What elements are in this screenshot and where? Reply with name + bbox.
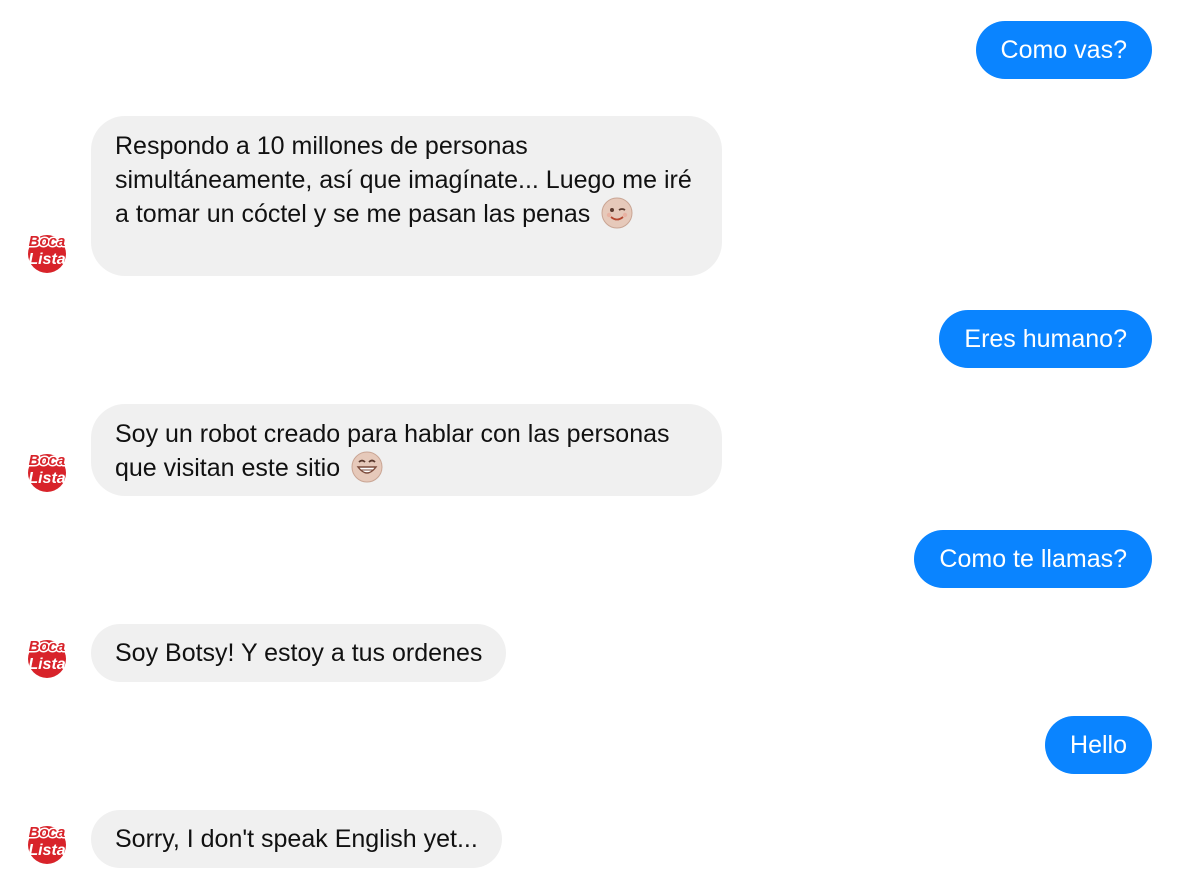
svg-text:Boca: Boca [29, 638, 66, 655]
svg-text:Lista: Lista [28, 470, 65, 487]
message-text: Soy Botsy! Y estoy a tus ordenes [115, 639, 483, 667]
message-text: Hello [1070, 731, 1127, 759]
bocalista-logo-avatar: Boca Lista [27, 823, 67, 864]
outgoing-message-bubble: Hello [1045, 716, 1152, 774]
winking-face-icon [601, 197, 633, 229]
message-text: Eres humano? [964, 325, 1127, 353]
svg-text:Lista: Lista [28, 656, 65, 673]
bocalista-logo-avatar: Boca Lista [27, 232, 67, 273]
svg-text:Boca: Boca [29, 824, 66, 841]
message-text: Sorry, I don't speak English yet... [115, 825, 478, 853]
svg-text:Lista: Lista [28, 842, 65, 859]
bocalista-logo-avatar: Boca Lista [27, 451, 67, 492]
message-text: Como vas? [1000, 36, 1127, 64]
grinning-face-icon [351, 451, 383, 483]
svg-text:Boca: Boca [29, 233, 66, 250]
svg-text:Boca: Boca [29, 452, 66, 469]
incoming-message-bubble: Sorry, I don't speak English yet... [91, 810, 502, 868]
incoming-message-bubble: Soy un robot creado para hablar con las … [91, 404, 722, 496]
incoming-message-bubble: Soy Botsy! Y estoy a tus ordenes [91, 624, 507, 682]
message-text: Como te llamas? [939, 545, 1127, 573]
outgoing-message-bubble: Eres humano? [939, 310, 1152, 368]
incoming-message-bubble: Respondo a 10 millones de personas simul… [91, 116, 722, 276]
bocalista-logo-avatar: Boca Lista [27, 637, 67, 678]
outgoing-message-bubble: Como vas? [975, 21, 1152, 79]
svg-text:Lista: Lista [28, 251, 65, 268]
outgoing-message-bubble: Como te llamas? [914, 530, 1152, 588]
message-text: Soy un robot creado para hablar con las … [115, 420, 670, 482]
